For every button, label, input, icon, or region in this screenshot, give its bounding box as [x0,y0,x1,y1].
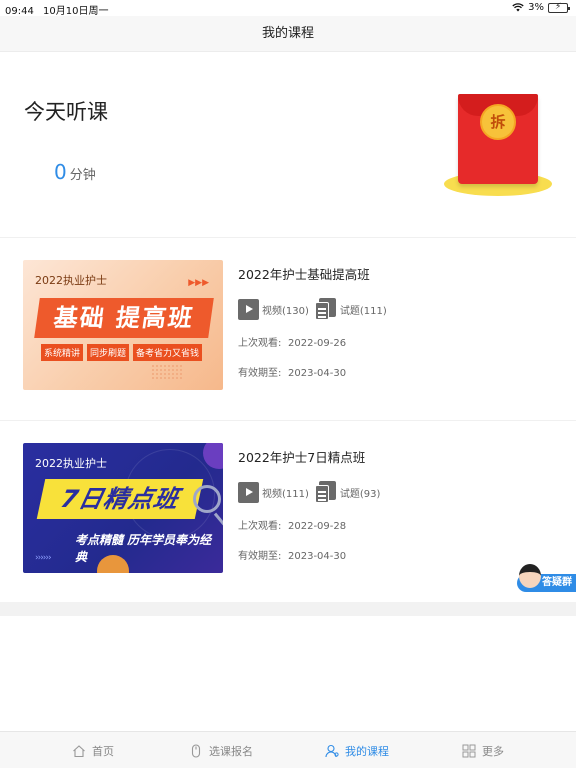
thumb-tag: 2022执业护士 [35,274,107,287]
quiz-count[interactable]: 试题(93) [340,485,381,500]
video-play-icon[interactable] [238,481,259,503]
battery-icon: ⚡ [548,2,570,13]
last-watched-label: 上次观看: [238,338,282,349]
dots-decoration [151,364,183,380]
minutes-value: 0 [54,160,67,184]
section-separator [0,602,576,616]
thumb-tag: 2022执业护士 [35,457,107,470]
last-watched-label: 上次观看: [238,521,282,532]
thumb-subtag: 系统精讲 [41,344,84,361]
tab-label: 选课报名 [209,744,253,758]
grid-icon [462,744,476,757]
course-info: 2022年护士基础提高班 视频(130) 试题(111) 上次观看: 2022-0… [238,264,387,379]
tab-course-signup[interactable]: 选课报名 [189,732,253,769]
qa-group-button[interactable]: 答疑群 [517,564,576,592]
magnifier-icon [193,485,221,513]
today-panel: 今天听课 0 分钟 拆 [0,52,576,238]
minutes-unit: 分钟 [69,168,96,183]
last-watched-date: 2022-09-28 [288,521,347,532]
course-card-2[interactable]: 2022执业护士 7日精点班 考点精髓 历年学员奉为经典 ›››››› 2022… [0,421,576,603]
course-stats: 视频(130) 试题(111) [238,298,387,320]
course-title[interactable]: 2022年护士7日精点班 [238,447,365,466]
red-envelope-icon: 拆 [458,94,538,184]
minutes-counter: 0 分钟 [54,160,96,184]
assistant-avatar-icon [519,564,541,588]
thumb-subtitle: 考点精髓 历年学员奉为经典 [75,533,212,564]
quiz-doc-icon[interactable] [314,298,337,320]
video-count[interactable]: 视频(111) [262,485,309,500]
thumb-subtag: 备考省力又省钱 [133,344,203,361]
valid-until-label: 有效期至: [238,368,282,379]
chevrons-decoration: ›››››› [35,553,52,563]
status-right: 3% ⚡ [512,2,570,13]
user-icon [325,744,339,757]
page-title: 我的课程 [261,26,314,41]
arrows-decoration: ▶▶▶ [188,278,209,288]
tab-label: 我的课程 [345,744,389,758]
valid-until-date: 2023-04-30 [288,551,347,562]
today-title: 今天听课 [24,100,108,124]
tab-my-courses[interactable]: 我的课程 [325,732,389,769]
last-watched: 上次观看: 2022-09-28 [238,517,346,532]
status-bar: 09:44 10月10日周一 3% ⚡ [0,0,576,17]
mouse-icon [191,743,201,758]
home-icon [73,744,85,757]
last-watched-date: 2022-09-26 [288,338,347,349]
red-envelope-button[interactable]: 拆 [444,92,552,196]
tab-label: 首页 [92,744,114,758]
thumb-headline: 7日精点班 [36,479,204,519]
nav-bar: 我的课程 [0,16,576,52]
course-title[interactable]: 2022年护士基础提高班 [238,264,370,283]
tab-more[interactable]: 更多 [462,732,504,769]
valid-until-date: 2023-04-30 [288,368,347,379]
course-info: 2022年护士7日精点班 视频(111) 试题(93) 上次观看: 2022-09… [238,447,380,562]
thumb-subtag: 同步刷题 [87,344,130,361]
course-thumbnail[interactable]: 2022执业护士 7日精点班 考点精髓 历年学员奉为经典 ›››››› [23,443,223,573]
open-coin-icon: 拆 [480,104,516,140]
valid-until-label: 有效期至: [238,551,282,562]
course-stats: 视频(111) 试题(93) [238,481,380,503]
tab-label: 更多 [482,744,504,758]
video-play-icon[interactable] [238,298,259,320]
video-count[interactable]: 视频(130) [262,302,309,317]
quiz-count[interactable]: 试题(111) [340,302,387,317]
valid-until: 有效期至: 2023-04-30 [238,364,346,379]
status-time-date: 09:44 10月10日周一 [5,2,108,17]
tab-bar: 首页 选课报名 我的课程 更多 [0,731,576,768]
course-card-1[interactable]: 2022执业护士 ▶▶▶ 基础 提高班 系统精讲 同步刷题 备考省力又省钱 20… [0,238,576,420]
ball-decoration [203,443,223,469]
course-thumbnail[interactable]: 2022执业护士 ▶▶▶ 基础 提高班 系统精讲 同步刷题 备考省力又省钱 [23,260,223,390]
thumb-headline: 基础 提高班 [34,298,214,338]
tab-home[interactable]: 首页 [72,732,114,769]
wifi-icon [512,3,524,12]
valid-until: 有效期至: 2023-04-30 [238,547,346,562]
last-watched: 上次观看: 2022-09-26 [238,334,346,349]
battery-percent: 3% [528,2,544,13]
thumb-subtags: 系统精讲 同步刷题 备考省力又省钱 [41,344,203,361]
quiz-doc-icon[interactable] [314,481,337,503]
